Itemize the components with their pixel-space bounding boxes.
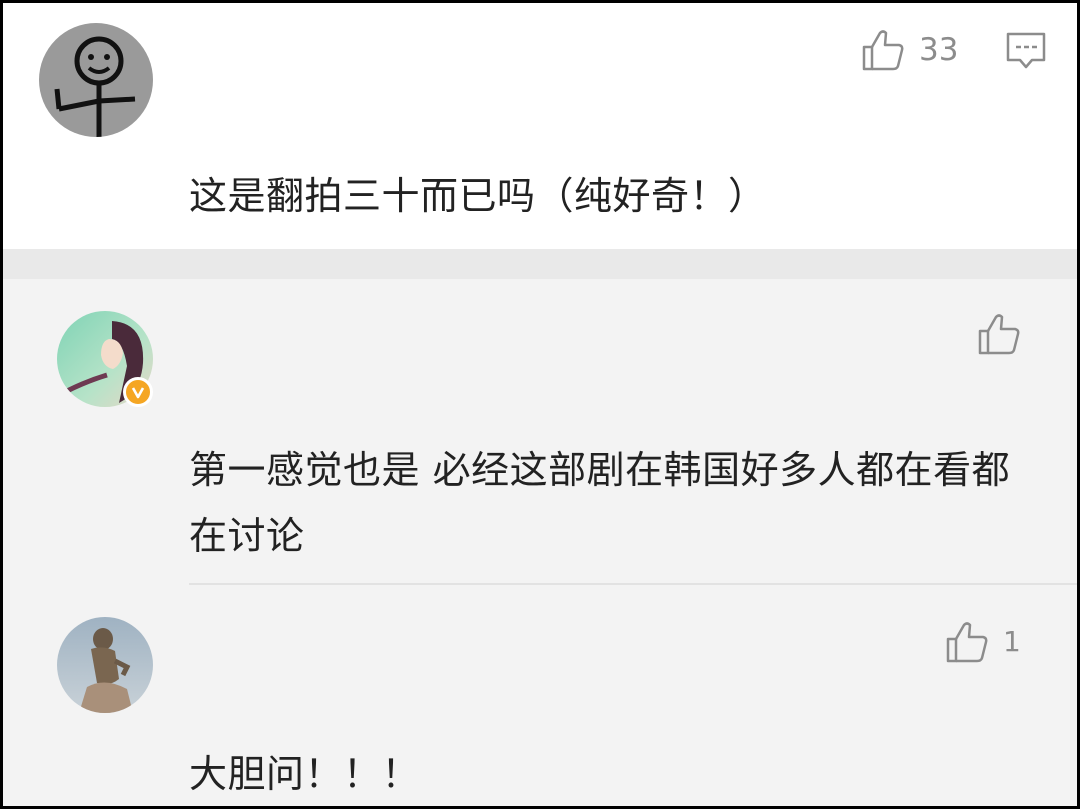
like-count: 33	[919, 32, 959, 68]
section-divider	[3, 249, 1077, 279]
comment-text: 这是翻拍三十而已吗（纯好奇！）	[189, 174, 767, 218]
like-button[interactable]: 33	[861, 29, 958, 71]
thumbs-up-icon	[946, 622, 988, 663]
verified-check-icon	[131, 387, 145, 399]
like-button[interactable]	[977, 313, 1035, 355]
reply-comment-icon[interactable]	[1005, 31, 1047, 71]
thumbs-up-icon	[978, 314, 1020, 355]
reply-divider	[189, 583, 1077, 585]
verified-badge	[123, 377, 153, 407]
avatar[interactable]	[57, 617, 153, 713]
like-count: 1	[1003, 625, 1021, 658]
comment-text: 大胆问！！！	[189, 752, 421, 796]
thumbs-up-icon	[862, 30, 904, 71]
statue-avatar-icon	[57, 617, 153, 713]
avatar[interactable]	[39, 23, 153, 137]
stick-figure-avatar-icon	[39, 23, 153, 137]
comment-text: 第一感觉也是 必经这部剧在韩国好多人都在看都在讨论	[189, 448, 1011, 558]
comment-thread: 33 这是翻拍三十而已吗（纯好奇！） 第一感觉也是 必经这部剧在韩国好多人都在看…	[0, 0, 1080, 809]
like-button[interactable]: 1	[945, 621, 1021, 663]
main-comment: 33 这是翻拍三十而已吗（纯好奇！）	[3, 3, 1077, 249]
